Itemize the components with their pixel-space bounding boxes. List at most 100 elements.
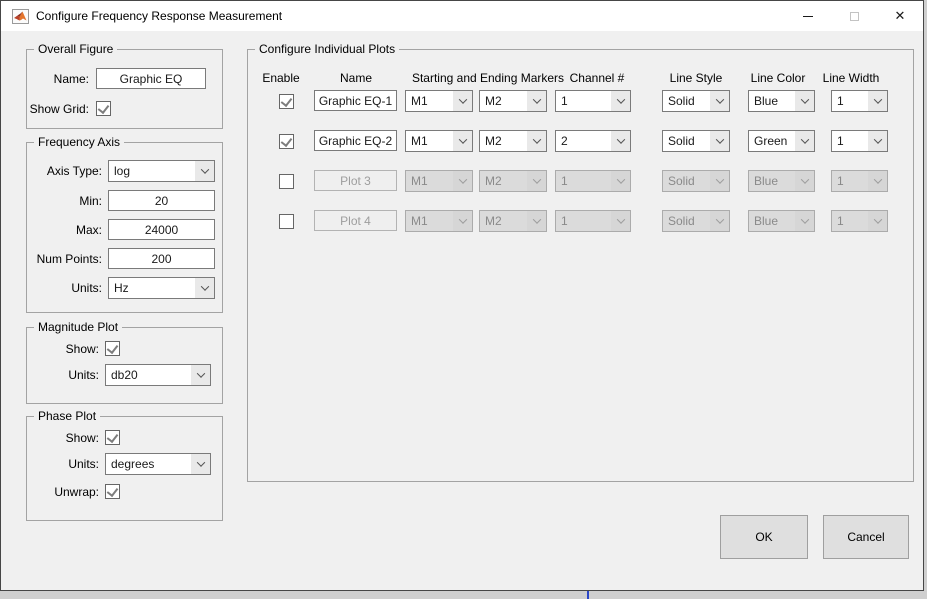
line-color-select: Blue (748, 210, 815, 232)
cancel-button[interactable]: Cancel (823, 515, 909, 559)
line-style-select: Solid (662, 170, 730, 192)
magnitude-plot-group: Magnitude Plot Show: Units: db20 (26, 327, 223, 404)
unwrap-checkbox[interactable] (105, 484, 120, 499)
configure-plots-title: Configure Individual Plots (255, 42, 399, 56)
marker-end-select[interactable]: M2 (479, 130, 547, 152)
marker-start-select[interactable]: M1 (405, 90, 473, 112)
chevron-down-icon (868, 211, 887, 231)
chevron-down-icon (868, 91, 887, 111)
chevron-down-icon (453, 171, 472, 191)
max-label: Max: (27, 223, 102, 237)
line-style-select[interactable]: Solid (662, 90, 730, 112)
marker-end-select: M2 (479, 210, 547, 232)
chevron-down-icon (611, 171, 630, 191)
maximize-button (831, 1, 877, 31)
chevron-down-icon (527, 171, 546, 191)
chevron-down-icon (527, 91, 546, 111)
line-color-select[interactable]: Green (748, 130, 815, 152)
chevron-down-icon (710, 211, 729, 231)
marker-start-select: M1 (405, 170, 473, 192)
magnitude-units-select[interactable]: db20 (105, 364, 211, 386)
line-style-select[interactable]: Solid (662, 130, 730, 152)
chevron-down-icon (795, 211, 814, 231)
plot-row-3: M1 M2 1 Solid Blue 1 (248, 170, 913, 194)
marker-start-select[interactable]: M1 (405, 130, 473, 152)
min-label: Min: (27, 194, 102, 208)
enable-header: Enable (256, 71, 306, 85)
chevron-down-icon (195, 278, 214, 298)
chevron-down-icon (795, 91, 814, 111)
frequency-units-select[interactable]: Hz (108, 277, 215, 299)
show-grid-checkbox[interactable] (96, 101, 111, 116)
ok-button[interactable]: OK (720, 515, 808, 559)
figure-name-input[interactable] (96, 68, 206, 89)
line-width-select[interactable]: 1 (831, 90, 888, 112)
plot-row-1: M1 M2 1 Solid Blue 1 (248, 90, 913, 114)
plot-name-input[interactable] (314, 130, 397, 151)
channel-select: 1 (555, 210, 631, 232)
name-header: Name (316, 71, 396, 85)
line-color-select: Blue (748, 170, 815, 192)
unwrap-label: Unwrap: (27, 485, 99, 499)
close-button[interactable]: ✕ (877, 1, 923, 31)
overall-figure-group: Overall Figure Name: Show Grid: (26, 49, 223, 129)
marker-end-select[interactable]: M2 (479, 90, 547, 112)
max-input[interactable] (108, 219, 215, 240)
chevron-down-icon (868, 171, 887, 191)
phase-plot-group: Phase Plot Show: Units: degrees Unwrap: (26, 416, 223, 521)
num-points-input[interactable] (108, 248, 215, 269)
title-bar: Configure Frequency Response Measurement… (1, 1, 923, 31)
magnitude-plot-title: Magnitude Plot (34, 320, 122, 334)
plot-row-2: M1 M2 2 Solid Green 1 (248, 130, 913, 154)
chevron-down-icon (453, 211, 472, 231)
minimize-button[interactable] (785, 1, 831, 31)
plot-enable-checkbox[interactable] (279, 174, 294, 189)
line-color-select[interactable]: Blue (748, 90, 815, 112)
chevron-down-icon (453, 91, 472, 111)
phase-show-label: Show: (27, 431, 99, 445)
min-input[interactable] (108, 190, 215, 211)
magnitude-units-label: Units: (27, 368, 99, 382)
plot-enable-checkbox[interactable] (279, 134, 294, 149)
chevron-down-icon (195, 161, 214, 181)
axis-type-select[interactable]: log (108, 160, 215, 182)
configure-plots-group: Configure Individual Plots Enable Name S… (247, 49, 914, 482)
line-color-header: Line Color (744, 71, 812, 85)
chevron-down-icon (868, 131, 887, 151)
plot-name-input (314, 170, 397, 191)
chevron-down-icon (710, 131, 729, 151)
plot-row-4: M1 M2 1 Solid Blue 1 (248, 210, 913, 234)
dialog-window: Configure Frequency Response Measurement… (0, 0, 924, 591)
chevron-down-icon (191, 365, 210, 385)
desktop-sliver (0, 591, 927, 599)
line-style-select: Solid (662, 210, 730, 232)
num-points-label: Num Points: (27, 252, 102, 266)
channel-select[interactable]: 2 (555, 130, 631, 152)
plot-name-input[interactable] (314, 90, 397, 111)
marker-end-select: M2 (479, 170, 547, 192)
plot-enable-checkbox[interactable] (279, 214, 294, 229)
plot-name-input (314, 210, 397, 231)
markers-header: Starting and Ending Markers (405, 71, 571, 85)
chevron-down-icon (527, 211, 546, 231)
phase-units-select[interactable]: degrees (105, 453, 211, 475)
chevron-down-icon (611, 91, 630, 111)
figure-name-label: Name: (27, 72, 89, 86)
channel-select[interactable]: 1 (555, 90, 631, 112)
phase-show-checkbox[interactable] (105, 430, 120, 445)
show-grid-label: Show Grid: (27, 102, 89, 116)
line-width-select[interactable]: 1 (831, 130, 888, 152)
magnitude-show-label: Show: (27, 342, 99, 356)
line-width-header: Line Width (811, 71, 891, 85)
window-title: Configure Frequency Response Measurement (36, 9, 282, 23)
chevron-down-icon (795, 131, 814, 151)
chevron-down-icon (795, 171, 814, 191)
frequency-axis-title: Frequency Axis (34, 135, 124, 149)
chevron-down-icon (710, 91, 729, 111)
chevron-down-icon (527, 131, 546, 151)
plot-enable-checkbox[interactable] (279, 94, 294, 109)
phase-plot-title: Phase Plot (34, 409, 100, 423)
magnitude-show-checkbox[interactable] (105, 341, 120, 356)
chevron-down-icon (710, 171, 729, 191)
line-style-header: Line Style (662, 71, 730, 85)
